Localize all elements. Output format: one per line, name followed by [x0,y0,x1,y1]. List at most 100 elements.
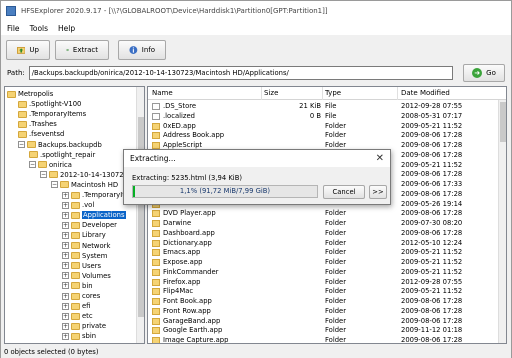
cell-date: 2012-09-28 07:55 [401,277,463,286]
tree-item[interactable]: .spotlight_repair [29,150,95,160]
expand-icon[interactable]: + [62,292,69,300]
tree-item[interactable]: + Developer [62,220,117,230]
collapse-icon[interactable]: − [18,141,25,148]
tree-item[interactable]: + private [62,321,106,331]
tree-item[interactable]: + efi [62,301,90,311]
collapse-icon[interactable]: − [40,171,47,179]
tree-item[interactable]: + sbin [62,331,96,341]
expand-icon[interactable]: + [62,262,69,270]
expand-icon[interactable]: + [62,221,69,229]
cell-name: Darwine [163,219,192,227]
list-row[interactable]: Dashboard.app Folder 2009-08-06 17:28 [148,229,498,238]
col-header-size[interactable]: Size [264,89,278,97]
extract-button[interactable]: Extract [55,40,109,60]
menu-file[interactable]: File [7,24,20,33]
progress-bar: 1,1% (91,72 MiB/7,99 GiB) [132,185,318,198]
list-row[interactable]: Expose.app Folder 2009-05-21 11:52 [148,258,498,267]
list-row[interactable]: Emacs.app Folder 2009-05-21 11:52 [148,248,498,257]
expand-icon[interactable]: + [62,312,69,320]
list-row[interactable]: Font Book.app Folder 2009-08-06 17:28 [148,297,498,306]
list-row[interactable]: FinkCommander Folder 2009-05-21 11:52 [148,268,498,277]
tree-item[interactable]: − Macintosh HD [51,180,118,190]
cell-type: Folder [325,228,347,237]
tree-item[interactable]: + bin [62,281,93,291]
info-label: Info [141,46,155,54]
tree-item[interactable]: Metropolis [7,89,53,99]
tree-item[interactable]: + Library [62,230,106,240]
expand-icon[interactable]: + [62,302,69,310]
close-icon[interactable]: ✕ [376,151,384,166]
expand-icon[interactable]: + [62,282,69,290]
list-row[interactable]: Dictionary.app Folder 2012-05-10 12:24 [148,239,498,248]
details-button[interactable]: >> [369,185,387,199]
window-title: HFSExplorer 2020.9.17 - [\\?\GLOBALROOT\… [21,7,328,15]
expand-icon[interactable]: + [62,242,69,249]
tree-item[interactable]: − Backups.backupdb [18,140,102,150]
tree-item[interactable]: + cores [62,291,100,301]
expand-icon[interactable]: + [62,332,69,340]
list-scroll-thumb[interactable] [500,102,506,142]
list-row[interactable]: Darwine Folder 2009-07-30 08:20 [148,219,498,228]
list-row[interactable]: .DS_Store 21 KiB File 2012-09-28 07:55 [148,102,498,111]
cell-date: 2009-05-21 11:52 [401,248,463,257]
cell-name: Google Earth.app [163,326,223,335]
folder-icon [152,337,160,343]
tree-item[interactable]: .fseventsd [18,129,64,139]
up-button[interactable]: Up [6,40,50,60]
list-row[interactable]: Image Capture.app Folder 2009-08-06 17:28 [148,336,498,344]
folder-icon [71,272,80,280]
list-row[interactable]: Flip4Mac Folder 2009-05-21 11:52 [148,287,498,296]
tree-item[interactable]: + Volumes [62,271,111,281]
folder-icon [71,302,80,310]
tree-item[interactable]: + .vol [62,200,94,210]
cell-type: Folder [325,258,347,266]
col-header-type[interactable]: Type [325,89,341,97]
cell-name: Dashboard.app [163,228,215,237]
expand-icon[interactable]: + [62,191,69,199]
tree-item[interactable]: + Users [62,261,101,271]
list-row[interactable]: Front Row.app Folder 2009-08-06 17:28 [148,307,498,316]
menu-tools[interactable]: Tools [30,24,48,33]
expand-icon[interactable]: + [62,252,69,260]
file-list[interactable]: Name Size Type Date Modified .DS_Store 21… [147,86,507,344]
cell-name: DVD Player.app [163,209,216,218]
list-row[interactable]: Google Earth.app Folder 2009-11-12 01:18 [148,326,498,335]
tree-item[interactable]: .Trashes [18,119,57,129]
collapse-icon[interactable]: − [29,161,36,169]
list-row[interactable]: DVD Player.app Folder 2009-08-06 17:28 [148,209,498,218]
tree-item[interactable]: − 2012-10-14-130723 [40,170,128,180]
col-header-name[interactable]: Name [152,89,173,97]
tree-scroll-thumb[interactable] [138,117,144,317]
info-button[interactable]: Info [118,40,166,60]
list-row[interactable]: GarageBand.app Folder 2009-08-06 17:28 [148,317,498,326]
folder-tree[interactable]: Metropolis .Spotlight-V100 .TemporaryItems… [4,86,145,344]
tree-item[interactable]: − onirica [29,160,72,170]
expand-icon[interactable]: + [62,211,69,219]
list-row[interactable]: .localized 0 B File 2008-05-31 07:17 [148,112,498,121]
menu-help[interactable]: Help [58,24,75,33]
tree-item[interactable]: + Applications [62,210,126,220]
expand-icon[interactable]: + [62,272,69,280]
cancel-button[interactable]: Cancel [323,185,365,199]
expand-icon[interactable]: + [62,322,69,330]
tree-item[interactable]: .TemporaryItems [18,109,86,119]
cell-date: 2009-08-06 17:28 [401,306,463,315]
path-input[interactable]: /Backups.backupdb/onirica/2012-10-14-130… [28,66,453,80]
expand-icon[interactable]: + [62,231,69,239]
tree-item-label: .fseventsd [29,130,65,139]
list-row[interactable]: Address Book.app Folder 2009-08-06 17:28 [148,131,498,140]
list-scrollbar[interactable] [498,100,506,343]
tree-item[interactable]: + Network [62,241,110,251]
tree-scrollbar[interactable] [136,87,144,343]
tree-item[interactable]: + etc [62,311,93,321]
tree-item[interactable]: + System [62,251,107,261]
list-row[interactable]: 0xED.app Folder 2009-05-21 11:52 [148,122,498,131]
col-header-date[interactable]: Date Modified [401,89,450,97]
go-button[interactable]: ➜ Go [463,64,505,82]
list-row[interactable]: Firefox.app Folder 2012-09-28 07:55 [148,278,498,287]
expand-icon[interactable]: + [62,201,69,209]
cell-date: 2012-09-28 07:55 [401,102,463,110]
tree-item[interactable]: .Spotlight-V100 [18,99,81,109]
cell-date: 2009-08-06 17:28 [401,336,463,344]
collapse-icon[interactable]: − [51,181,58,189]
